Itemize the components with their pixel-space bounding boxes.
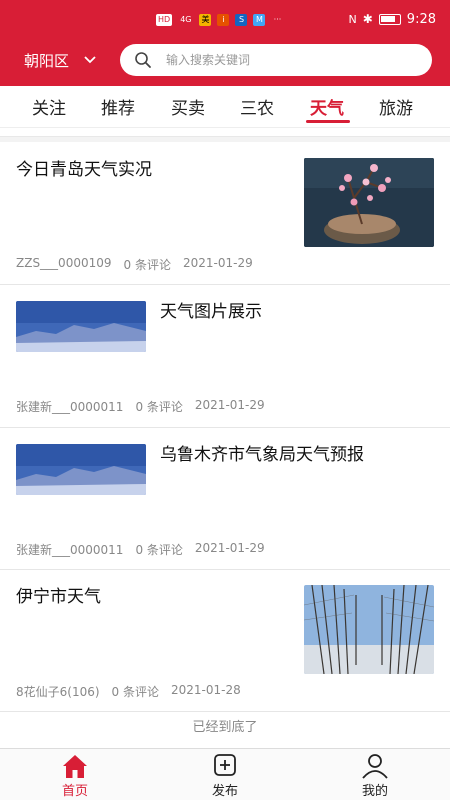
item-title: 乌鲁木齐市气象局天气预报 <box>160 445 364 465</box>
item-date: 2021-01-28 <box>171 683 241 697</box>
search-box[interactable] <box>120 44 432 76</box>
bluetooth-icon: ✱ <box>362 12 373 26</box>
search-row: 朝阳区 <box>0 40 450 80</box>
winter-trees-image <box>304 585 434 674</box>
network-icon: 4G <box>180 15 192 24</box>
nav-profile[interactable]: 我的 <box>300 749 450 800</box>
tab-weather[interactable]: 天气 <box>310 94 344 119</box>
active-tab-indicator <box>306 120 350 123</box>
item-comments: 0 条评论 <box>135 543 183 557</box>
bottom-nav: 首页 发布 我的 <box>0 748 450 800</box>
nav-publish[interactable]: 发布 <box>150 749 300 800</box>
tabs-divider <box>0 136 450 142</box>
app-notify-icon: M <box>253 14 266 26</box>
add-square-icon <box>214 754 236 776</box>
item-date: 2021-01-29 <box>194 398 265 412</box>
item-meta: ZZS___0000109 0 条评论 2021-01-29 <box>16 256 253 273</box>
user-icon <box>362 754 388 779</box>
tab-trade[interactable]: 买卖 <box>171 94 205 119</box>
item-comments: 0 条评论 <box>135 400 183 414</box>
item-meta: 张建新___0000011 0 条评论 2021-01-29 <box>16 398 265 415</box>
item-author: 8花仙子6(106) <box>16 685 100 699</box>
hd-icon: HD <box>156 14 173 26</box>
category-tabs: 关注 推荐 买卖 三农 天气 旅游 <box>0 86 450 128</box>
item-thumbnail <box>304 158 434 247</box>
item-comments: 0 条评论 <box>123 258 171 272</box>
search-input[interactable] <box>166 53 406 67</box>
app-notify-icon: S <box>235 14 248 26</box>
chevron-down-icon <box>84 56 96 64</box>
item-title: 伊宁市天气 <box>16 587 101 607</box>
tab-agriculture[interactable]: 三农 <box>240 94 274 119</box>
item-author: ZZS___0000109 <box>16 256 112 270</box>
app-notify-icon: 美 <box>199 14 212 26</box>
item-meta: 8花仙子6(106) 0 条评论 2021-01-28 <box>16 683 241 700</box>
item-title: 今日青岛天气实况 <box>16 160 152 180</box>
nav-profile-label: 我的 <box>361 784 388 799</box>
nav-home-label: 首页 <box>61 784 88 799</box>
item-thumbnail <box>16 301 146 352</box>
item-date: 2021-01-29 <box>182 256 253 270</box>
plum-blossom-image <box>304 158 434 247</box>
feed-item[interactable]: 天气图片展示 张建新___0000011 0 条评论 2021-01-29 <box>0 285 450 428</box>
feed-item[interactable]: 乌鲁木齐市气象局天气预报 张建新___0000011 0 条评论 2021-01… <box>0 428 450 570</box>
tab-follow[interactable]: 关注 <box>32 94 66 119</box>
item-comments: 0 条评论 <box>111 685 159 699</box>
search-icon <box>135 52 151 68</box>
item-author: 张建新___0000011 <box>16 400 124 414</box>
item-title: 天气图片展示 <box>160 302 262 322</box>
nav-publish-label: 发布 <box>211 784 238 799</box>
item-meta: 张建新___0000011 0 条评论 2021-01-29 <box>16 541 265 558</box>
status-right: N ✱ 9:28 <box>349 12 437 27</box>
tab-travel[interactable]: 旅游 <box>379 94 413 119</box>
nav-home[interactable]: 首页 <box>0 749 150 800</box>
tab-recommend[interactable]: 推荐 <box>101 94 135 119</box>
status-bar: HD 4G 美 i S M ··· N ✱ 9:28 <box>0 0 450 38</box>
end-of-list-note: 已经到底了 <box>192 720 258 735</box>
item-author: 张建新___0000011 <box>16 543 124 557</box>
snowy-mountain-image <box>16 301 146 352</box>
home-icon <box>63 755 87 778</box>
app-header: HD 4G 美 i S M ··· N ✱ 9:28 朝阳区 <box>0 0 450 86</box>
battery-icon <box>378 13 401 25</box>
district-label: 朝阳区 <box>24 51 70 70</box>
nfc-icon: N <box>348 12 357 26</box>
feed-item[interactable]: 伊宁市天气 8花仙子6(106) 0 条评论 2021-01-28 <box>0 570 450 712</box>
item-thumbnail <box>16 444 146 495</box>
status-icons: HD 4G 美 i S M ··· <box>156 14 283 26</box>
clock: 9:28 <box>406 11 436 27</box>
app-notify-icon: i <box>217 14 230 26</box>
district-selector[interactable]: 朝阳区 <box>24 50 97 71</box>
feed-item[interactable]: 今日青岛天气实况 ZZS___0000109 0 条评论 2021-01-29 <box>0 143 450 285</box>
snowy-mountain-image <box>16 444 146 495</box>
item-date: 2021-01-29 <box>194 541 265 555</box>
item-thumbnail <box>304 585 434 674</box>
more-notify-icon: ··· <box>273 15 282 24</box>
